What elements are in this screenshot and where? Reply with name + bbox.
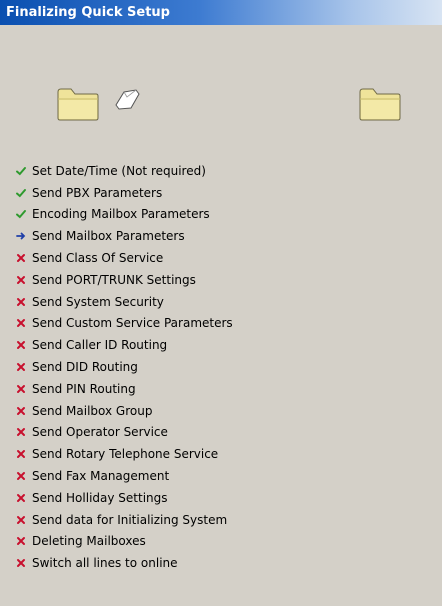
step-label: Encoding Mailbox Parameters (32, 207, 210, 222)
step-label: Send Holliday Settings (32, 490, 168, 505)
step-label: Deleting Mailboxes (32, 534, 146, 549)
step-item: Encoding Mailbox Parameters (15, 204, 233, 226)
step-item: Send Class Of Service (15, 247, 233, 269)
x-icon (15, 426, 27, 438)
source-folder-icon (57, 88, 99, 121)
step-item: Send Operator Service (15, 422, 233, 444)
x-icon (15, 448, 27, 460)
step-label: Send PBX Parameters (32, 185, 163, 200)
step-label: Send Rotary Telephone Service (32, 447, 219, 462)
x-icon (15, 317, 27, 329)
x-icon (15, 252, 27, 264)
arrow-right-icon (15, 230, 27, 242)
x-icon (15, 535, 27, 547)
step-item: Send Holliday Settings (15, 487, 233, 509)
step-label: Send Caller ID Routing (32, 338, 168, 353)
step-label: Send Class Of Service (32, 251, 164, 266)
step-item: Deleting Mailboxes (15, 531, 233, 553)
x-icon (15, 557, 27, 569)
check-icon (15, 165, 27, 177)
step-label: Send Custom Service Parameters (32, 316, 233, 331)
x-icon (15, 274, 27, 286)
step-item: Send Caller ID Routing (15, 334, 233, 356)
step-item: Send PORT/TRUNK Settings (15, 269, 233, 291)
step-label: Set Date/Time (Not required) (32, 163, 206, 178)
x-icon (15, 514, 27, 526)
document-icon (115, 89, 140, 110)
step-item: Send PIN Routing (15, 378, 233, 400)
step-item: Send Fax Management (15, 465, 233, 487)
x-icon (15, 383, 27, 395)
step-label: Send PORT/TRUNK Settings (32, 272, 196, 287)
step-item: Send Custom Service Parameters (15, 313, 233, 335)
x-icon (15, 492, 27, 504)
check-icon (15, 187, 27, 199)
setup-steps-list: Set Date/Time (Not required) Send PBX Par… (15, 160, 233, 574)
step-item: Send Rotary Telephone Service (15, 443, 233, 465)
step-label: Send DID Routing (32, 360, 138, 375)
step-label: Send Operator Service (32, 425, 168, 440)
window-title: Finalizing Quick Setup (0, 0, 442, 25)
step-label: Send System Security (32, 294, 164, 309)
x-icon (15, 296, 27, 308)
step-item: Send DID Routing (15, 356, 233, 378)
x-icon (15, 470, 27, 482)
step-item: Switch all lines to online (15, 552, 233, 574)
x-icon (15, 361, 27, 373)
step-label: Send Mailbox Parameters (32, 229, 185, 244)
x-icon (15, 405, 27, 417)
step-label: Switch all lines to online (32, 556, 178, 571)
x-icon (15, 339, 27, 351)
check-icon (15, 208, 27, 220)
step-label: Send Mailbox Group (32, 403, 153, 418)
step-item: Send PBX Parameters (15, 182, 233, 204)
step-label: Send data for Initializing System (32, 512, 228, 527)
step-item: Send System Security (15, 291, 233, 313)
step-item: Send Mailbox Parameters (15, 225, 233, 247)
step-label: Send PIN Routing (32, 381, 136, 396)
step-label: Send Fax Management (32, 469, 170, 484)
destination-folder-icon (359, 88, 401, 121)
step-item: Send Mailbox Group (15, 400, 233, 422)
step-item: Set Date/Time (Not required) (15, 160, 233, 182)
step-item: Send data for Initializing System (15, 509, 233, 531)
